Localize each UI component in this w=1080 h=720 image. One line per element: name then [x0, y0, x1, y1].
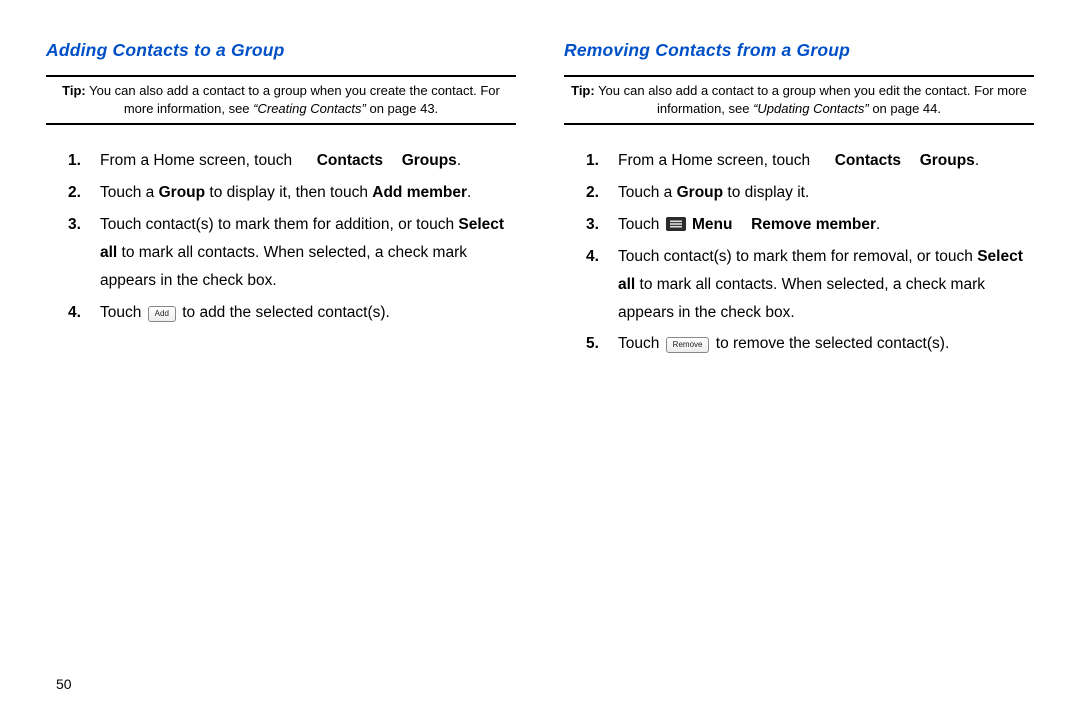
step-bold: Group: [677, 184, 724, 201]
step-text: Touch: [100, 304, 146, 321]
tip-xref: “Updating Contacts”: [753, 101, 869, 116]
tip-label: Tip:: [62, 83, 86, 98]
left-step-1: From a Home screen, touch Contacts Group…: [48, 147, 516, 175]
step-text: .: [876, 216, 880, 233]
menu-icon: [666, 217, 686, 231]
right-step-3: Touch Menu Remove member.: [566, 211, 1034, 239]
add-button-pill: Add: [148, 306, 176, 322]
right-step-4: Touch contact(s) to mark them for remova…: [566, 243, 1034, 327]
left-step-3: Touch contact(s) to mark them for additi…: [48, 211, 516, 295]
step-text: From a Home screen, touch: [618, 152, 814, 169]
step-text: Touch contact(s) to mark them for additi…: [100, 216, 458, 233]
remove-button-pill: Remove: [666, 337, 710, 353]
step-punct: .: [457, 152, 461, 169]
step-text: to mark all contacts. When selected, a c…: [100, 244, 467, 289]
right-tip-box: Tip: You can also add a contact to a gro…: [564, 75, 1034, 125]
menu-label: Menu: [692, 216, 732, 233]
contacts-label: Contacts: [317, 152, 383, 169]
left-section-title: Adding Contacts to a Group: [46, 40, 516, 61]
step-text: Touch: [618, 216, 664, 233]
right-column: Removing Contacts from a Group Tip: You …: [564, 40, 1034, 362]
step-text: to remove the selected contact(s).: [711, 335, 949, 352]
page-number: 50: [56, 676, 72, 692]
two-column-layout: Adding Contacts to a Group Tip: You can …: [46, 40, 1034, 362]
step-text: to add the selected contact(s).: [178, 304, 390, 321]
step-text: From a Home screen, touch: [100, 152, 296, 169]
right-section-title: Removing Contacts from a Group: [564, 40, 1034, 61]
right-step-1: From a Home screen, touch Contacts Group…: [566, 147, 1034, 175]
groups-label: Groups: [920, 152, 975, 169]
step-bold: Add member: [372, 184, 467, 201]
groups-label: Groups: [402, 152, 457, 169]
tip-label: Tip:: [571, 83, 595, 98]
step-text: .: [467, 184, 471, 201]
left-column: Adding Contacts to a Group Tip: You can …: [46, 40, 516, 362]
remove-member-label: Remove member: [751, 216, 876, 233]
left-steps: From a Home screen, touch Contacts Group…: [46, 147, 516, 326]
contacts-label: Contacts: [835, 152, 901, 169]
step-text: Touch contact(s) to mark them for remova…: [618, 248, 977, 265]
step-punct: .: [975, 152, 979, 169]
left-step-2: Touch a Group to display it, then touch …: [48, 179, 516, 207]
tip-text-after: on page 43.: [366, 101, 438, 116]
right-steps: From a Home screen, touch Contacts Group…: [564, 147, 1034, 358]
left-step-4: Touch Add to add the selected contact(s)…: [48, 299, 516, 327]
tip-text-after: on page 44.: [869, 101, 941, 116]
right-step-5: Touch Remove to remove the selected cont…: [566, 330, 1034, 358]
step-text: Touch a: [100, 184, 159, 201]
step-text: to mark all contacts. When selected, a c…: [618, 276, 985, 321]
left-tip-box: Tip: You can also add a contact to a gro…: [46, 75, 516, 125]
step-text: to display it.: [723, 184, 809, 201]
step-text: to display it, then touch: [205, 184, 372, 201]
tip-xref: “Creating Contacts”: [253, 101, 366, 116]
step-text: Touch a: [618, 184, 677, 201]
step-bold: Group: [159, 184, 206, 201]
manual-page: Adding Contacts to a Group Tip: You can …: [0, 0, 1080, 720]
step-text: Touch: [618, 335, 664, 352]
right-step-2: Touch a Group to display it.: [566, 179, 1034, 207]
